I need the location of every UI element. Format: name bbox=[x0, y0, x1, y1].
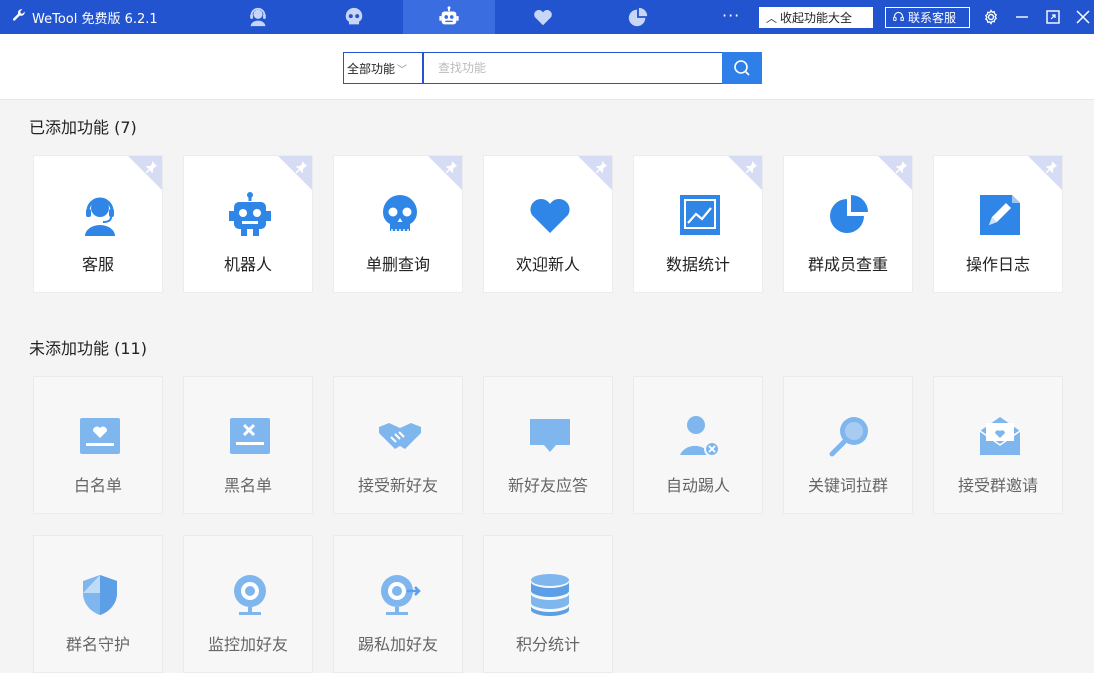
feature-card[interactable]: 接受群邀请 bbox=[933, 376, 1063, 514]
feature-card[interactable]: 群名守护 bbox=[33, 535, 163, 673]
message-icon bbox=[527, 413, 573, 459]
feature-label: 数据统计 bbox=[665, 255, 730, 274]
kick-user-icon bbox=[677, 413, 723, 459]
feature-card[interactable]: 踢私加好友 bbox=[333, 535, 463, 673]
feature-card[interactable]: 操作日志 bbox=[933, 155, 1063, 293]
scope-select[interactable]: 全部功能 ﹀ bbox=[343, 52, 423, 84]
tab-skull[interactable] bbox=[308, 0, 400, 34]
feature-label: 接受新好友 bbox=[357, 476, 438, 495]
feature-label: 监控加好友 bbox=[207, 635, 288, 654]
feature-card[interactable]: 关键词拉群 bbox=[783, 376, 913, 514]
app-title-text: WeTool 免费版 6.2.1 bbox=[32, 11, 158, 27]
feature-card[interactable]: 白名单 bbox=[33, 376, 163, 514]
maximize-icon[interactable] bbox=[1044, 8, 1062, 26]
feature-card[interactable]: 接受新好友 bbox=[333, 376, 463, 514]
skull-icon bbox=[345, 7, 363, 25]
blacklist-icon bbox=[227, 413, 273, 459]
collapse-features-button[interactable]: ︿ 收起功能大全 bbox=[759, 7, 873, 28]
feature-label: 积分统计 bbox=[515, 635, 580, 654]
chevron-down-icon: ﹀ bbox=[397, 64, 408, 76]
feature-card[interactable]: 积分统计 bbox=[483, 535, 613, 673]
pin-icon[interactable] bbox=[744, 159, 758, 173]
feature-label: 客服 bbox=[81, 255, 114, 274]
settings-gear-icon[interactable] bbox=[982, 8, 1000, 26]
collapse-label: 收起功能大全 bbox=[780, 11, 853, 25]
edit-icon bbox=[977, 192, 1023, 238]
tab-heart[interactable] bbox=[497, 0, 589, 34]
feature-label: 黑名单 bbox=[223, 476, 272, 495]
tab-customer-service[interactable] bbox=[212, 0, 304, 34]
feature-card[interactable]: 客服 bbox=[33, 155, 163, 293]
feature-label: 操作日志 bbox=[965, 255, 1030, 274]
feature-label: 自动踢人 bbox=[665, 476, 730, 495]
close-icon[interactable] bbox=[1074, 8, 1092, 26]
pin-icon[interactable] bbox=[444, 159, 458, 173]
pin-icon[interactable] bbox=[594, 159, 608, 173]
minimize-icon[interactable] bbox=[1013, 8, 1031, 26]
feature-label: 关键词拉群 bbox=[807, 476, 888, 495]
search-key-icon bbox=[827, 413, 873, 459]
pin-icon[interactable] bbox=[1044, 159, 1058, 173]
not-added-section-title: 未添加功能 (11) bbox=[29, 339, 147, 358]
pin-icon[interactable] bbox=[894, 159, 908, 173]
robot-icon bbox=[227, 192, 273, 238]
whitelist-icon bbox=[77, 413, 123, 459]
feature-label: 接受群邀请 bbox=[957, 476, 1038, 495]
feature-label: 白名单 bbox=[73, 476, 122, 495]
pin-icon[interactable] bbox=[294, 159, 308, 173]
more-button[interactable]: ··· bbox=[722, 0, 740, 34]
feature-card[interactable]: 黑名单 bbox=[183, 376, 313, 514]
feature-card[interactable]: 自动踢人 bbox=[633, 376, 763, 514]
feature-label: 欢迎新人 bbox=[515, 255, 580, 274]
feature-label: 新好友应答 bbox=[507, 476, 588, 495]
headset-icon bbox=[77, 192, 123, 238]
heart-icon bbox=[534, 9, 552, 26]
feature-label: 群名守护 bbox=[65, 635, 130, 654]
feature-card[interactable]: 群成员查重 bbox=[783, 155, 913, 293]
added-section-title: 已添加功能 (7) bbox=[29, 118, 137, 137]
search-input[interactable] bbox=[423, 52, 723, 84]
webcam-icon bbox=[227, 572, 273, 618]
chevron-up-icon: ︿ bbox=[766, 11, 777, 25]
skull-icon bbox=[377, 192, 423, 238]
wrench-icon bbox=[12, 8, 26, 26]
title-bar: WeTool 免费版 6.2.1 ··· ︿ 收起功能大全 联系客服 bbox=[0, 0, 1094, 34]
scope-select-value: 全部功能 bbox=[347, 61, 396, 76]
feature-card[interactable]: 欢迎新人 bbox=[483, 155, 613, 293]
search-icon bbox=[734, 60, 750, 76]
chart-icon bbox=[677, 192, 723, 238]
contact-support-button[interactable]: 联系客服 bbox=[885, 7, 970, 28]
database-icon bbox=[527, 572, 573, 618]
headphone-icon bbox=[892, 10, 905, 26]
pin-icon[interactable] bbox=[144, 159, 158, 173]
handshake-icon bbox=[377, 413, 423, 459]
pie-icon bbox=[827, 192, 873, 238]
pie-icon bbox=[628, 7, 648, 27]
feature-card[interactable]: 单删查询 bbox=[333, 155, 463, 293]
mail-icon bbox=[977, 413, 1023, 459]
contact-label: 联系客服 bbox=[908, 11, 957, 25]
tab-robot[interactable] bbox=[403, 0, 495, 34]
feature-card[interactable]: 新好友应答 bbox=[483, 376, 613, 514]
heart-icon bbox=[527, 192, 573, 238]
feature-card[interactable]: 数据统计 bbox=[633, 155, 763, 293]
robot-icon bbox=[439, 6, 459, 25]
feature-label: 群成员查重 bbox=[807, 255, 888, 274]
shield-icon bbox=[77, 572, 123, 618]
feature-card[interactable]: 机器人 bbox=[183, 155, 313, 293]
search-button[interactable] bbox=[722, 52, 762, 84]
search-area: 全部功能 ﹀ bbox=[0, 34, 1094, 100]
feature-label: 机器人 bbox=[223, 255, 272, 274]
headset-icon bbox=[250, 7, 266, 27]
tab-pie[interactable] bbox=[592, 0, 684, 34]
app-title: WeTool 免费版 6.2.1 bbox=[12, 0, 158, 34]
feature-label: 单删查询 bbox=[365, 255, 430, 274]
feature-label: 踢私加好友 bbox=[357, 635, 438, 654]
kick-cam-icon bbox=[377, 572, 423, 618]
feature-card[interactable]: 监控加好友 bbox=[183, 535, 313, 673]
